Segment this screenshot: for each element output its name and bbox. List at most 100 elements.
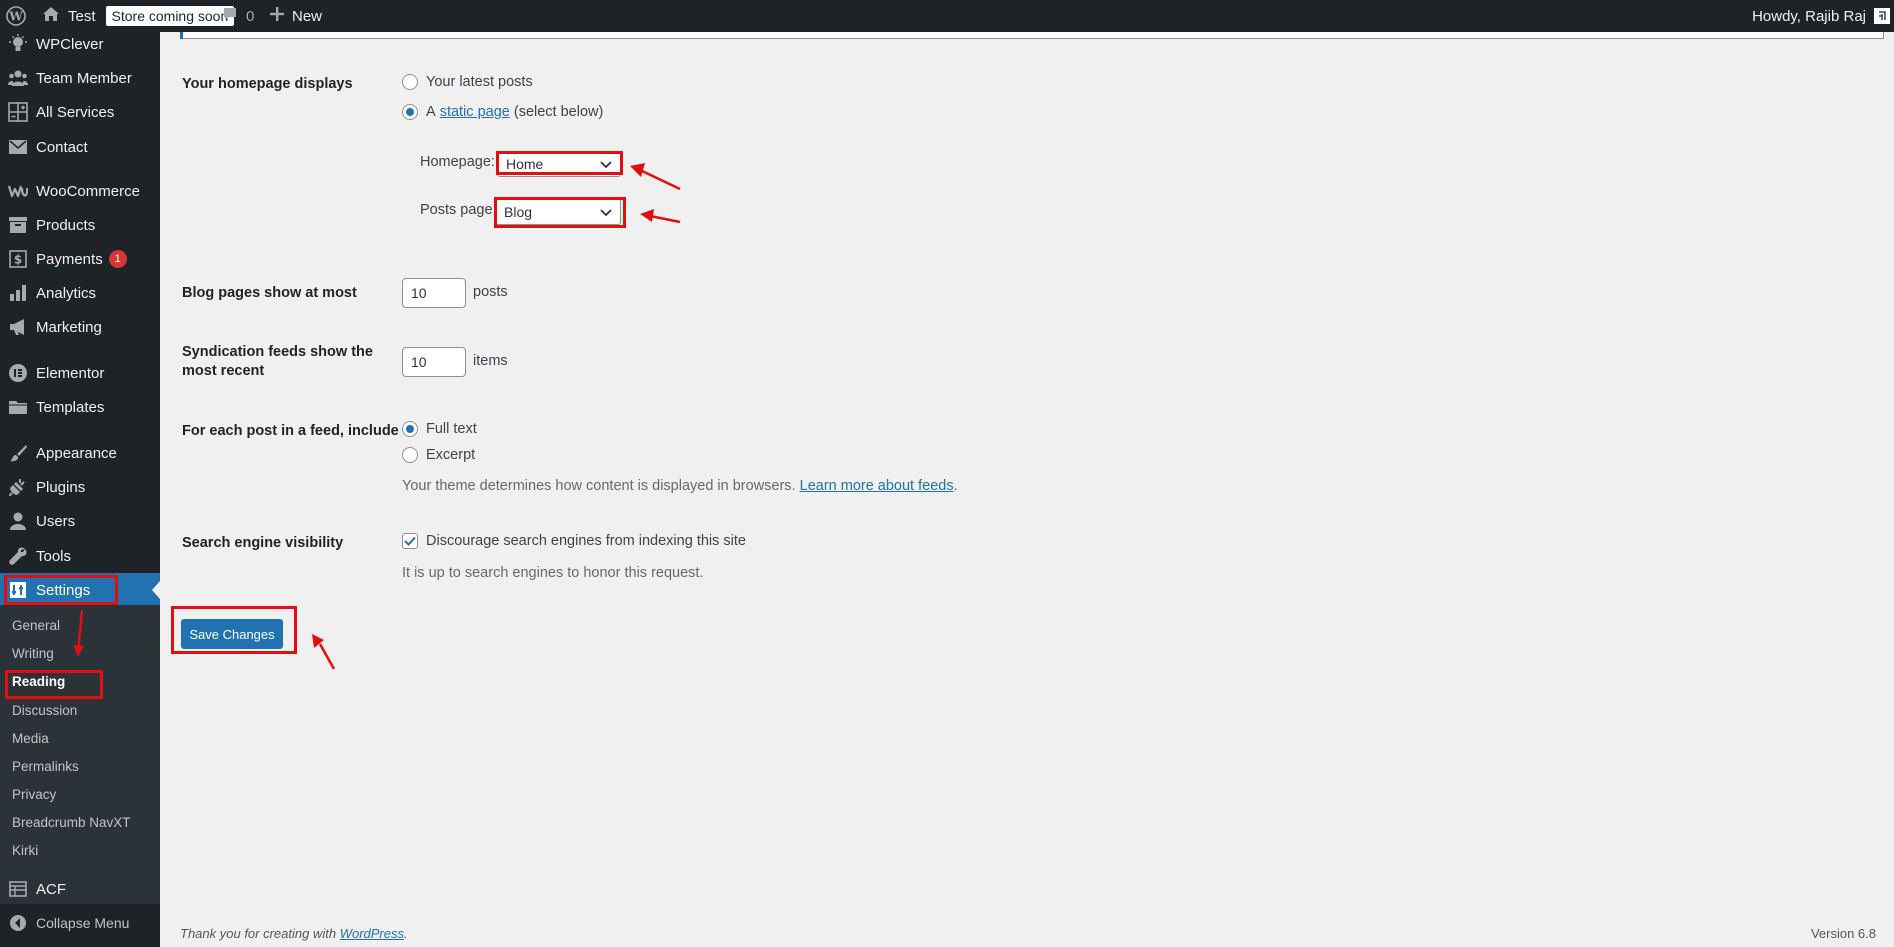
- brush-icon: [0, 444, 36, 462]
- sidebar-item-label: Templates: [36, 398, 105, 416]
- submenu-item-general[interactable]: General: [12, 618, 60, 633]
- discourage-label: Discourage search engines from indexing …: [426, 533, 746, 549]
- woocommerce-icon: [0, 184, 36, 198]
- full-text-option[interactable]: Full text: [402, 421, 477, 437]
- sidebar-item-label: Plugins: [36, 478, 86, 496]
- blog-pages-input[interactable]: 10: [402, 278, 466, 308]
- site-name: Test: [68, 7, 96, 25]
- footer-thanks: Thank you for creating with WordPress.: [180, 926, 408, 941]
- submenu-item-media[interactable]: Media: [12, 731, 49, 746]
- comment-icon: [222, 6, 238, 26]
- sidebar-item-acf[interactable]: ACF: [0, 872, 160, 906]
- footer-thanks-suffix: .: [404, 926, 408, 941]
- save-annotation-box: [171, 606, 297, 654]
- new-label: New: [292, 7, 323, 25]
- acf-icon: [0, 881, 36, 897]
- excerpt-option[interactable]: Excerpt: [402, 447, 475, 463]
- static-page-link[interactable]: static page: [440, 104, 510, 120]
- static-page-radio[interactable]: [402, 104, 418, 120]
- learn-more-feeds-link[interactable]: Learn more about feeds: [800, 478, 954, 494]
- wordpress-logo-icon[interactable]: W: [6, 0, 26, 32]
- submenu-item-breadcrumb-navxt[interactable]: Breadcrumb NavXT: [12, 815, 131, 830]
- excerpt-radio[interactable]: [402, 447, 418, 463]
- sidebar-item-woocommerce[interactable]: WooCommerce: [0, 174, 160, 208]
- sidebar-item-products[interactable]: Products: [0, 208, 160, 242]
- syndication-input[interactable]: 10: [402, 347, 466, 377]
- theme-description: Your theme determines how content is dis…: [402, 478, 958, 494]
- collapse-menu-button[interactable]: Collapse Menu: [0, 906, 160, 940]
- footer-thanks-text: Thank you for creating with: [180, 926, 337, 941]
- site-name-link[interactable]: Test Store coming soon: [42, 0, 235, 32]
- homepage-annotation-box: [496, 151, 623, 175]
- store-status-badge[interactable]: Store coming soon: [105, 6, 235, 26]
- latest-posts-radio[interactable]: [402, 74, 418, 90]
- sidebar-item-tools[interactable]: Tools: [0, 539, 160, 573]
- current-menu-arrow: [152, 581, 160, 599]
- sidebar-item-analytics[interactable]: Analytics: [0, 276, 160, 310]
- archive-icon: [0, 217, 36, 233]
- sidebar-item-label: WPClever: [36, 35, 104, 53]
- latest-posts-option[interactable]: Your latest posts: [402, 74, 533, 90]
- submenu-item-privacy[interactable]: Privacy: [12, 787, 56, 802]
- submenu-item-permalinks[interactable]: Permalinks: [12, 759, 79, 774]
- full-text-label: Full text: [426, 421, 477, 437]
- comments-link[interactable]: 0: [222, 0, 254, 32]
- sidebar-item-all-services[interactable]: All Services: [0, 95, 160, 129]
- sidebar-item-label: Analytics: [36, 284, 97, 302]
- sidebar-item-label: Tools: [36, 547, 72, 565]
- svg-text:$: $: [14, 253, 22, 267]
- sidebar-item-users[interactable]: Users: [0, 504, 160, 538]
- sidebar-item-label: Appearance: [36, 444, 117, 462]
- submenu-item-writing[interactable]: Writing: [12, 646, 54, 661]
- sidebar-item-contact[interactable]: Contact: [0, 130, 160, 164]
- posts-page-select-label: Posts page:: [420, 202, 497, 218]
- avatar[interactable]: [1874, 0, 1890, 32]
- sidebar-item-label: Marketing: [36, 318, 102, 336]
- sidebar-item-label: ACF: [36, 880, 66, 898]
- elementor-icon: [0, 364, 36, 382]
- full-text-radio[interactable]: [402, 421, 418, 437]
- avatar-icon: [1874, 8, 1890, 24]
- user-icon: [0, 512, 36, 530]
- sidebar-item-elementor[interactable]: Elementor: [0, 356, 160, 390]
- sidebar-item-templates[interactable]: Templates: [0, 390, 160, 424]
- admin-sidebar: WPClever Team Member All Services Contac…: [0, 32, 160, 947]
- sidebar-item-appearance[interactable]: Appearance: [0, 436, 160, 470]
- footer-version: Version 6.8: [1810, 926, 1876, 941]
- blog-pages-label: Blog pages show at most: [182, 285, 357, 301]
- comments-count: 0: [246, 7, 255, 25]
- sidebar-item-label: All Services: [36, 103, 115, 121]
- plus-icon: [270, 7, 284, 25]
- wordpress-link[interactable]: WordPress: [340, 926, 404, 941]
- sidebar-item-label: Elementor: [36, 364, 105, 382]
- grid-icon: [0, 102, 36, 122]
- howdy-text: Howdy, Rajib Raj: [1752, 7, 1866, 25]
- sidebar-item-label: Users: [36, 512, 76, 530]
- submenu-item-discussion[interactable]: Discussion: [12, 703, 77, 718]
- discourage-option[interactable]: Discourage search engines from indexing …: [402, 533, 746, 549]
- sidebar-item-plugins[interactable]: Plugins: [0, 470, 160, 504]
- sidebar-item-label: Payments: [36, 250, 103, 268]
- sidebar-item-wpclever[interactable]: WPClever: [0, 32, 160, 61]
- sidebar-item-team-member[interactable]: Team Member: [0, 61, 160, 95]
- admin-bar: W Test Store coming soon 0 New Howdy, Ra…: [0, 0, 1894, 32]
- sidebar-item-marketing[interactable]: Marketing: [0, 310, 160, 344]
- static-page-suffix: (select below): [513, 104, 604, 120]
- new-content-link[interactable]: New: [270, 0, 322, 32]
- static-page-a: A: [426, 104, 436, 120]
- homepage-select-label: Homepage:: [420, 154, 495, 170]
- theme-description-text: Your theme determines how content is dis…: [402, 478, 796, 494]
- home-icon: [42, 6, 60, 26]
- sidebar-item-payments[interactable]: $ Payments 1: [0, 242, 160, 276]
- main-content: Your homepage displays Your latest posts…: [160, 32, 1894, 947]
- submenu-item-kirki[interactable]: Kirki: [12, 843, 38, 858]
- discourage-checkbox[interactable]: [402, 533, 418, 549]
- sidebar-item-label: WooCommerce: [36, 182, 140, 200]
- checkmark-icon: [404, 536, 416, 546]
- static-page-option[interactable]: A static page (select below): [402, 104, 603, 120]
- sidebar-item-label: Team Member: [36, 69, 132, 87]
- top-notice-edge: [180, 32, 1884, 39]
- syndication-label: Syndication feeds show the most recent: [182, 343, 373, 381]
- search-visibility-label: Search engine visibility: [182, 535, 344, 551]
- my-account-link[interactable]: Howdy, Rajib Raj: [1752, 0, 1866, 32]
